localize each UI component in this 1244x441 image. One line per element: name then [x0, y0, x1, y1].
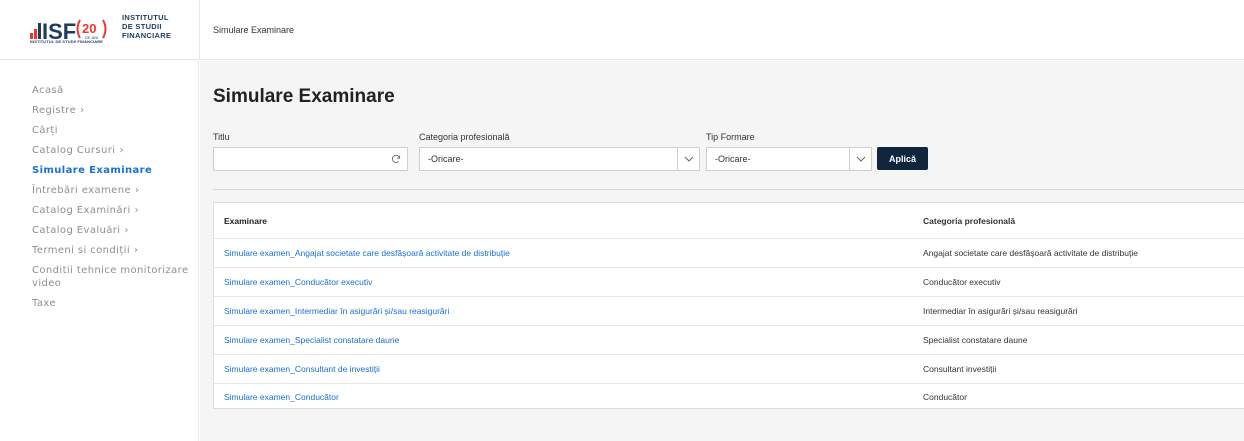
logo-text: INSTITUTUL DE STUDII FINANCIARE	[122, 13, 171, 40]
sidebar-item-label: Catalog Evaluări	[32, 225, 121, 236]
table-row: Simulare examen_Angajat societate care d…	[214, 239, 1244, 268]
examinari-table: Examinare Categoria profesională Simular…	[213, 202, 1244, 409]
column-header-categorie: Categoria profesională	[923, 215, 1016, 226]
refresh-icon[interactable]	[385, 148, 407, 170]
sidebar-item-label: Conditii tehnice monitorizare	[32, 265, 189, 276]
main-content: Simulare Examinare Titlu Categoria profe…	[200, 61, 1244, 441]
categorie-select-value: -Oricare-	[428, 154, 464, 164]
tip-formare-label: Tip Formare	[706, 132, 755, 142]
logo-text-line: FINANCIARE	[122, 31, 172, 40]
sidebar-item-label: Simulare Examinare	[32, 165, 153, 176]
titlu-label: Titlu	[213, 132, 230, 142]
filters-divider	[213, 189, 1244, 190]
chevron-right-icon: ›	[134, 205, 140, 216]
categorie-cell: Consultant investiții	[923, 364, 997, 374]
sidebar-item-catalog-cursuri[interactable]: Catalog Cursuri ›	[0, 144, 198, 157]
examinare-link[interactable]: Simulare examen_Intermediar în asigurări…	[224, 306, 449, 316]
chevron-down-icon[interactable]	[849, 148, 871, 170]
table-row: Simulare examen_Specialist constatare da…	[214, 326, 1244, 355]
logo-anniversary: 20	[82, 21, 96, 36]
chevron-right-icon: ›	[124, 225, 129, 236]
table-row: Simulare examen_Consultant de investiții…	[214, 355, 1244, 384]
examinare-link[interactable]: Simulare examen_Angajat societate care d…	[224, 248, 510, 258]
column-header-examinare: Examinare	[224, 215, 267, 226]
apply-button[interactable]: Aplică	[877, 147, 928, 170]
examinare-link[interactable]: Simulare examen_Specialist constatare da…	[224, 335, 399, 345]
logo-subtitle: INSTITUTUL DE STUDII FINANCIARE	[30, 39, 104, 44]
examinare-link[interactable]: Simulare examen_Conducător executiv	[224, 277, 372, 287]
chevron-down-icon[interactable]	[677, 148, 699, 170]
categorie-select[interactable]: -Oricare-	[419, 147, 700, 171]
table-row: Simulare examen_Conducător Conducător	[214, 384, 1244, 409]
header-divider	[199, 0, 200, 60]
sidebar-item-label: Taxe	[32, 298, 56, 309]
chevron-right-icon: ›	[80, 105, 85, 116]
sidebar-item-label: Catalog Examinări	[32, 205, 131, 216]
breadcrumb: Simulare Examinare	[213, 25, 295, 35]
chevron-right-icon: ›	[135, 185, 140, 196]
categorie-cell: Intermediar în asigurări și/sau reasigur…	[923, 306, 1078, 316]
sidebar: Acasă Registre › Cărți Catalog Cursuri › S…	[0, 61, 199, 441]
sidebar-item-conditii-tehnice[interactable]: Conditii tehnice monitorizare video	[0, 264, 198, 290]
sidebar-item-taxe[interactable]: Taxe	[0, 297, 198, 310]
sidebar-item-label: Registre	[32, 105, 77, 116]
categorie-cell: Angajat societate care desfășoară activi…	[923, 248, 1138, 258]
sidebar-item-catalog-examinari[interactable]: Catalog Examinări ›	[0, 204, 198, 217]
sidebar-item-acasa[interactable]: Acasă	[0, 84, 198, 97]
sidebar-item-carti[interactable]: Cărți	[0, 124, 198, 137]
tip-formare-select[interactable]: -Oricare-	[706, 147, 872, 171]
table-row: Simulare examen_Intermediar în asigurări…	[214, 297, 1244, 326]
titlu-input[interactable]	[213, 147, 408, 171]
sidebar-item-label: Întrebări examene	[32, 185, 132, 196]
sidebar-item-intrebari-examene[interactable]: Întrebări examene ›	[0, 184, 198, 197]
sidebar-item-label: Cărți	[32, 125, 58, 136]
sidebar-item-registre[interactable]: Registre ›	[0, 104, 198, 117]
sidebar-item-label: video	[32, 278, 62, 289]
chevron-right-icon: ›	[134, 245, 139, 256]
categorie-cell: Conducător executiv	[923, 277, 1001, 287]
top-header: ISF 20 DE ANI INSTITUTUL DE STUDII FINAN…	[0, 0, 1244, 60]
sidebar-item-catalog-evaluari[interactable]: Catalog Evaluări ›	[0, 224, 198, 237]
sidebar-item-label: Catalog Cursuri	[32, 145, 116, 156]
logo-text-line: DE STUDII	[122, 22, 162, 31]
categorie-cell: Specialist constatare daune	[923, 335, 1028, 345]
sidebar-item-simulare-examinare[interactable]: Simulare Examinare	[0, 164, 198, 177]
categorie-label: Categoria profesională	[419, 132, 510, 142]
sidebar-item-label: Acasă	[32, 85, 64, 96]
page-title: Simulare Examinare	[213, 86, 395, 107]
examinare-link[interactable]: Simulare examen_Conducător	[224, 392, 339, 402]
table-row: Simulare examen_Conducător executiv Cond…	[214, 268, 1244, 297]
sidebar-item-termeni[interactable]: Termeni si condiții ›	[0, 244, 198, 257]
categorie-cell: Conducător	[923, 391, 967, 402]
logo-text-line: INSTITUTUL	[122, 13, 169, 22]
table-header-row: Examinare Categoria profesională	[214, 203, 1244, 239]
examinare-link[interactable]: Simulare examen_Consultant de investiții	[224, 364, 380, 374]
chevron-right-icon: ›	[119, 145, 124, 156]
sidebar-item-label: Termeni si condiții	[32, 245, 131, 256]
tip-formare-select-value: -Oricare-	[715, 154, 751, 164]
